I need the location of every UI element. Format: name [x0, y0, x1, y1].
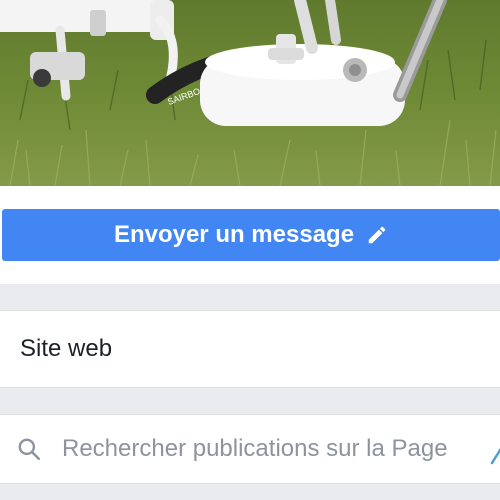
send-message-button[interactable]: Envoyer un message: [2, 209, 500, 261]
page-actions-panel: Envoyer un message: [0, 186, 500, 284]
send-message-label: Envoyer un message: [113, 221, 355, 248]
page-search-bar[interactable]: [0, 414, 500, 484]
cover-photo[interactable]: SAIRBO: [0, 0, 500, 186]
search-posts-input[interactable]: [62, 435, 500, 463]
pencil-icon: [368, 226, 386, 244]
clipped-arrow-icon: [490, 447, 500, 465]
website-row[interactable]: Site web: [0, 310, 500, 388]
search-icon: [18, 438, 41, 461]
cover-photo-image: SAIRBO: [0, 0, 500, 186]
website-label: Site web: [20, 335, 113, 362]
